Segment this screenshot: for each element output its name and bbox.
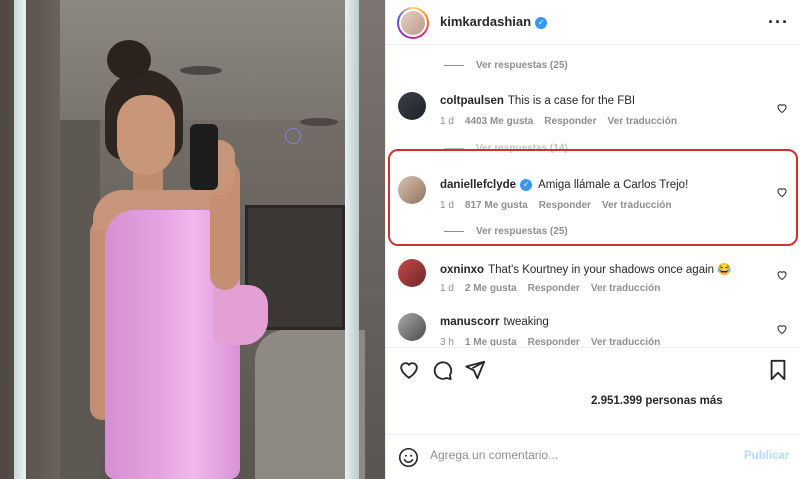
emoji-icon[interactable]: [398, 447, 419, 468]
comment-icon[interactable]: [431, 359, 453, 381]
comment-likes[interactable]: 4403 Me gusta: [465, 116, 533, 127]
comment-username[interactable]: manuscorr: [440, 316, 499, 328]
post-actions-bar: [386, 347, 800, 387]
reply-button[interactable]: Responder: [528, 337, 580, 346]
comment-likes[interactable]: 2 Me gusta: [465, 283, 517, 294]
view-replies-text[interactable]: Ver respuestas (25): [476, 60, 568, 71]
reply-button[interactable]: Responder: [544, 116, 596, 127]
post-header: kimkardashian ✓ ···: [386, 0, 800, 45]
post-photo[interactable]: [0, 0, 385, 479]
mirror-frame-left: [14, 0, 26, 479]
comment-time[interactable]: 3 h: [440, 337, 454, 346]
comment-heart-icon[interactable]: [776, 269, 788, 281]
translate-button[interactable]: Ver traducción: [591, 283, 660, 294]
likes-count[interactable]: 2.951.399 personas más: [591, 395, 723, 407]
more-horizontal-icon[interactable]: ···: [768, 12, 789, 33]
photo-wall: [0, 0, 60, 479]
comment-meta: 1 d 4403 Me gusta Responder Ver traducción: [440, 116, 688, 127]
highlight-annotation: [388, 149, 798, 246]
comment-meta: 3 h 1 Me gusta Responder Ver traducción: [440, 337, 671, 346]
comment-username[interactable]: oxninxo: [440, 264, 484, 276]
add-comment-bar: Publicar: [386, 434, 800, 479]
commenter-avatar[interactable]: [398, 259, 426, 287]
author-avatar[interactable]: [397, 7, 429, 39]
view-replies-link[interactable]: Ver respuestas (25): [444, 60, 568, 71]
bookmark-icon[interactable]: [767, 359, 789, 381]
comment-time[interactable]: 1 d: [440, 283, 454, 294]
verified-badge-icon: ✓: [535, 16, 548, 29]
translate-button[interactable]: Ver traducción: [591, 337, 660, 346]
phone-in-photo: [190, 124, 218, 190]
comment-username[interactable]: coltpaulsen: [440, 95, 504, 107]
comment-text-line: manuscorr tweaking: [440, 316, 549, 328]
comment-body: tweaking: [503, 316, 549, 328]
comment-body: That's Kourtney in your shadows once aga…: [488, 264, 732, 276]
send-icon[interactable]: [464, 359, 486, 381]
comment-text-line: oxninxo That's Kourtney in your shadows o…: [440, 262, 732, 276]
comment-body: This is a case for the FBI: [507, 95, 636, 107]
comment-likes[interactable]: 1 Me gusta: [465, 337, 517, 346]
commenter-avatar[interactable]: [398, 92, 426, 120]
ceiling-light: [300, 118, 338, 126]
heart-icon[interactable]: [398, 359, 420, 381]
author-username-text[interactable]: kimkardashian: [440, 14, 531, 29]
photo-person: [85, 40, 275, 479]
instagram-post-modal: kimkardashian ✓ ··· Ver respuestas (25) c…: [0, 0, 800, 479]
comment-text-line: coltpaulsen This is a case for the FBI: [440, 95, 635, 107]
comment-heart-icon[interactable]: [776, 102, 788, 114]
comment-time[interactable]: 1 d: [440, 116, 454, 127]
mirror-frame-right: [345, 0, 359, 479]
replies-dash: [444, 64, 464, 66]
translate-button[interactable]: Ver traducción: [608, 116, 677, 127]
cursor-ring-icon: [285, 128, 301, 144]
publish-button[interactable]: Publicar: [744, 450, 789, 462]
commenter-avatar[interactable]: [398, 313, 426, 341]
comment-meta: 1 d 2 Me gusta Responder Ver traducción: [440, 283, 671, 294]
author-username[interactable]: kimkardashian ✓: [440, 14, 548, 29]
comment-input[interactable]: [430, 448, 730, 462]
reply-button[interactable]: Responder: [528, 283, 580, 294]
comment-heart-icon[interactable]: [776, 323, 788, 335]
